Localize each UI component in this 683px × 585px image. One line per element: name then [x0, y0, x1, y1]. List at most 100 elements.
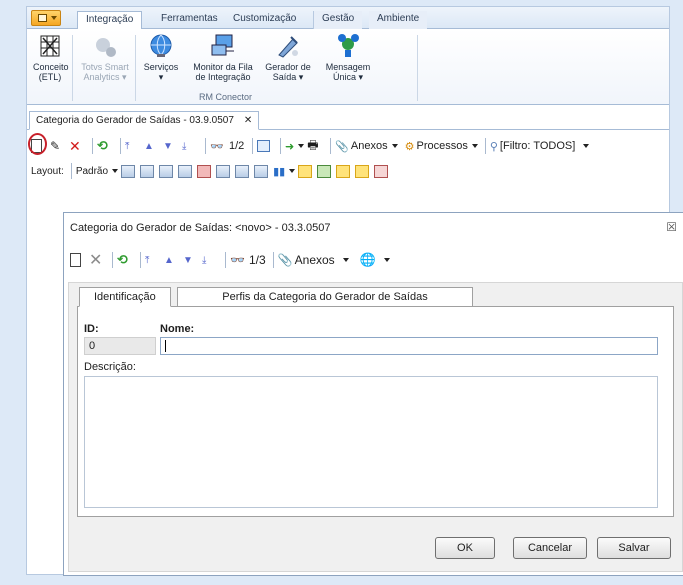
layout-toolbar: Layout: Padrão ▮▮: [27, 160, 669, 182]
layout-icon: [178, 164, 193, 178]
layout-option-1[interactable]: [121, 162, 137, 180]
dialog-close-icon[interactable]: ☒: [666, 220, 677, 234]
new-record-button[interactable]: [28, 133, 47, 155]
previous-record-icon: ▲: [164, 254, 174, 266]
document-tab[interactable]: Categoria do Gerador de Saídas - 03.9.05…: [29, 111, 260, 130]
application-menu-button[interactable]: [31, 10, 61, 26]
tab-gestao[interactable]: Gestão: [313, 11, 363, 29]
gerador-label: Gerador de: [265, 62, 311, 72]
gerador-de-saida-button[interactable]: Gerador de Saída ▾: [263, 33, 313, 82]
processos-label: Processos: [416, 140, 468, 152]
layout-icon: [121, 164, 136, 178]
export-button[interactable]: ➜: [285, 137, 305, 155]
layout-option-12[interactable]: [355, 162, 371, 180]
mensagem-unica-button[interactable]: Mensagem Única ▾: [323, 33, 373, 82]
close-tab-icon[interactable]: ✕: [244, 115, 252, 126]
export-arrow-icon: ➜: [285, 140, 295, 153]
layout-icon: [197, 164, 212, 178]
record-toolbar: ✎ ✕ ⟲ ⤒ ▲ ▼ ⤓ 👓 1/2 ➜ 🖶 📎 Anexos ⚙ Process…: [27, 133, 669, 157]
search-button[interactable]: 👓: [210, 137, 226, 155]
dialog-refresh-button[interactable]: ⟲: [117, 251, 133, 269]
paperclip-icon: 📎: [277, 253, 293, 267]
dialog-search-button[interactable]: 👓: [230, 251, 246, 269]
dialog-next-button[interactable]: ▼: [183, 251, 199, 269]
layout-option-13[interactable]: [374, 162, 390, 180]
layout-icon: [159, 164, 174, 178]
descricao-textarea[interactable]: [84, 376, 658, 508]
first-record-button[interactable]: ⤒: [125, 137, 141, 155]
tab-integracao[interactable]: Integração: [77, 11, 143, 30]
layout-option-4[interactable]: [178, 162, 194, 180]
refresh-button[interactable]: ⟲: [97, 137, 113, 155]
layout-option-8[interactable]: [254, 162, 270, 180]
filter-menu[interactable]: ⚲ [Filtro: TODOS]: [490, 137, 590, 155]
delete-record-button[interactable]: ✕: [69, 137, 85, 155]
layout-option-10[interactable]: [317, 162, 333, 180]
tab-ferramentas[interactable]: Ferramentas: [153, 11, 226, 29]
layout-option-5[interactable]: [197, 162, 213, 180]
tab-ambiente[interactable]: Ambiente: [369, 11, 428, 29]
layout-option-3[interactable]: [159, 162, 175, 180]
ribbon-divider: [417, 35, 418, 101]
cancelar-button[interactable]: Cancelar: [513, 537, 587, 559]
dialog-page-indicator: 1/3: [249, 253, 266, 267]
layout-option-9[interactable]: [298, 162, 314, 180]
edit-record-button[interactable]: ✎: [50, 137, 66, 155]
layout-option-11[interactable]: [336, 162, 352, 180]
paperclip-icon: 📎: [335, 140, 349, 153]
servicos-button[interactable]: Serviços ▾: [141, 33, 181, 82]
servicos-label: Serviços: [143, 62, 179, 72]
dialog-content-panel: Identificação Perfis da Categoria do Ger…: [68, 282, 683, 572]
last-record-button[interactable]: ⤓: [182, 137, 198, 155]
nome-label: Nome:: [160, 323, 195, 335]
dialog-anexos-menu[interactable]: 📎 Anexos: [278, 251, 349, 269]
anexos-menu[interactable]: 📎 Anexos: [335, 137, 398, 155]
printer-icon: 🖶: [307, 137, 319, 152]
dialog-globe-menu[interactable]: 🌐: [360, 251, 390, 269]
nome-field[interactable]: [160, 337, 658, 355]
dialog-new-button[interactable]: [70, 251, 86, 269]
dialog-previous-button[interactable]: ▲: [164, 251, 180, 269]
layout-option-7[interactable]: [235, 162, 251, 180]
next-record-button[interactable]: ▼: [163, 137, 179, 155]
chevron-down-icon: [391, 144, 398, 148]
globe-icon: 🌐: [359, 252, 376, 267]
document-tab-title: Categoria do Gerador de Saídas - 03.9.05…: [36, 115, 234, 126]
identificacao-form: ID: Nome: 0 Descrição:: [77, 306, 674, 517]
layout-icon: [317, 164, 332, 178]
layout-option-6[interactable]: [216, 162, 232, 180]
message-globe-icon: [335, 33, 361, 59]
monitor-fila-integracao-button[interactable]: Monitor da Fila de Integração: [191, 33, 255, 82]
layout-icon: [298, 164, 313, 178]
conceito-sublabel: (ETL): [38, 72, 62, 82]
toolbar-separator: [120, 138, 121, 154]
salvar-button[interactable]: Salvar: [597, 537, 671, 559]
grid-view-button[interactable]: [257, 137, 273, 155]
dialog-last-button[interactable]: ⤓: [202, 251, 218, 269]
monitor-label: Monitor da Fila: [193, 62, 253, 72]
tab-identificacao[interactable]: Identificação: [79, 287, 171, 307]
processos-menu[interactable]: ⚙ Processos: [405, 137, 478, 155]
ribbon-divider: [135, 35, 136, 101]
id-field: 0: [84, 337, 156, 355]
output-generator-icon: [275, 33, 301, 59]
dialog-first-button[interactable]: ⤒: [145, 251, 161, 269]
binoculars-icon: 👓: [230, 253, 245, 267]
previous-record-button[interactable]: ▲: [144, 137, 160, 155]
dialog-title: Categoria do Gerador de Saídas: <novo> -…: [70, 222, 331, 234]
ok-button[interactable]: OK: [435, 537, 495, 559]
dialog-delete-button[interactable]: ✕: [89, 251, 105, 269]
refresh-arrows-icon: ⟲: [97, 138, 108, 153]
ribbon-divider: [72, 35, 73, 101]
tab-perfis-categoria[interactable]: Perfis da Categoria do Gerador de Saídas: [177, 287, 473, 307]
totvs-smart-analytics-button[interactable]: Totvs Smart Analytics ▾: [79, 33, 131, 82]
print-button[interactable]: 🖶: [307, 137, 323, 155]
application-window: Integração Ferramentas Customização Gest…: [26, 6, 683, 576]
next-record-icon: ▼: [183, 254, 193, 266]
tab-customizacao[interactable]: Customização: [225, 11, 304, 29]
layout-option-2[interactable]: [140, 162, 156, 180]
layout-preset-dropdown[interactable]: Padrão: [76, 162, 119, 180]
conceito-etl-button[interactable]: Conceito (ETL): [33, 33, 69, 82]
chart-layout-button[interactable]: ▮▮: [273, 162, 296, 180]
anexos-label: Anexos: [350, 140, 388, 152]
